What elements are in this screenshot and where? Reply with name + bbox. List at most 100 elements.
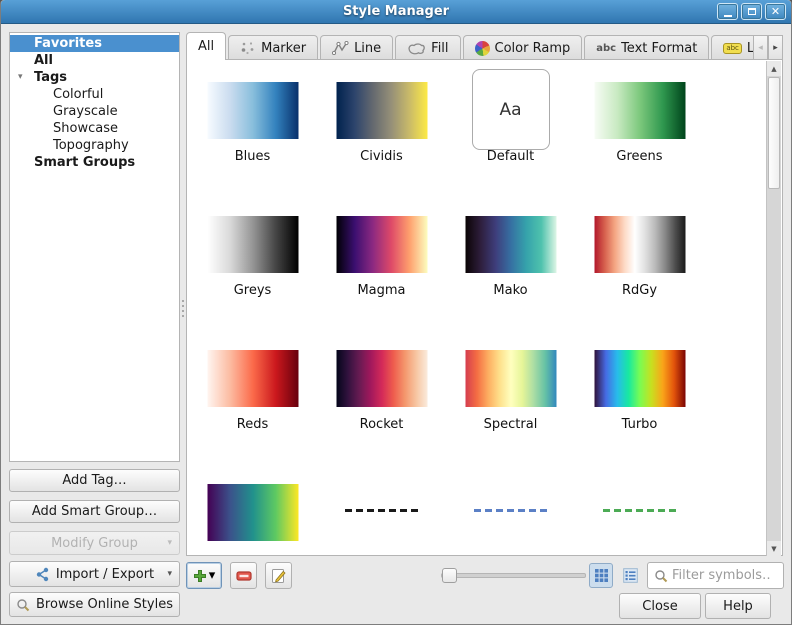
add-tag-button[interactable]: Add Tag… — [9, 469, 180, 492]
tab-scroll-left-icon[interactable]: ◂ — [753, 35, 768, 60]
symbol-item-rocket[interactable]: Rocket — [317, 350, 446, 484]
tree-item-label: Favorites — [34, 36, 102, 51]
symbol-item-magma[interactable]: Magma — [317, 216, 446, 350]
symbol-item[interactable] — [317, 484, 446, 554]
symbol-item-label: RdGy — [575, 283, 704, 298]
symbol-item-label: Cividis — [317, 149, 446, 164]
tree-item-all[interactable]: All — [10, 52, 179, 69]
grid-view-button[interactable] — [589, 563, 613, 588]
add-item-button[interactable]: ▾ — [186, 562, 222, 589]
maximize-button[interactable] — [741, 3, 762, 20]
color-ramp-swatch — [594, 82, 685, 139]
import-export-button[interactable]: Import / Export▾ — [9, 561, 180, 587]
tab-color-ramp[interactable]: Color Ramp — [463, 35, 583, 60]
add-tag-label: Add Tag… — [62, 473, 126, 488]
dashed-line-swatch — [603, 509, 677, 512]
tab-scroll-right-icon[interactable]: ▸ — [768, 35, 783, 60]
caret-down-icon: ▾ — [167, 538, 172, 548]
color-ramp-swatch — [594, 216, 685, 273]
filter-symbols-input[interactable] — [672, 568, 772, 583]
vertical-scrollbar[interactable]: ▲ ▼ — [766, 61, 781, 556]
tree-item-grayscale[interactable]: Grayscale — [10, 103, 179, 120]
color-ramp-swatch — [465, 350, 556, 407]
tree-item-label: Topography — [53, 138, 129, 153]
list-view-button[interactable] — [618, 563, 642, 588]
symbol-item-label: Mako — [446, 283, 575, 298]
color-ramp-swatch — [336, 350, 427, 407]
tab-line[interactable]: Line — [320, 35, 393, 60]
symbol-item-rdgy[interactable]: RdGy — [575, 216, 704, 350]
label-icon: abc — [723, 43, 742, 54]
import-export-label: Import / Export — [56, 567, 154, 582]
tree-item-label: Colorful — [53, 87, 103, 102]
text-format-sample: Aa — [472, 69, 550, 150]
help-button[interactable]: Help — [705, 593, 771, 619]
scroll-up-icon[interactable]: ▲ — [767, 61, 781, 76]
symbol-item-blues[interactable]: Blues — [188, 82, 317, 216]
grid-view-icon — [594, 568, 609, 583]
fill-icon — [407, 42, 426, 55]
line-icon — [332, 41, 349, 55]
add-smart-group-button[interactable]: Add Smart Group… — [9, 500, 180, 523]
symbol-item-default[interactable]: AaDefault — [446, 82, 575, 216]
symbol-item[interactable] — [575, 484, 704, 554]
tab-fill[interactable]: Fill — [395, 35, 460, 60]
symbol-item-label: Greys — [188, 283, 317, 298]
tree-item-label: All — [34, 53, 53, 68]
symbols-panel: BluesCividisAaDefaultGreensGreysMagmaMak… — [186, 59, 783, 556]
text-format-icon: abc — [596, 43, 616, 54]
filter-symbols-box — [647, 562, 784, 589]
symbol-item-label: Spectral — [446, 417, 575, 432]
symbol-item[interactable] — [188, 484, 317, 554]
tab-text-format[interactable]: abc Text Format — [584, 35, 709, 60]
symbol-item-spectral[interactable]: Spectral — [446, 350, 575, 484]
remove-item-button[interactable] — [230, 562, 257, 589]
symbol-item-label: Blues — [188, 149, 317, 164]
edit-item-button[interactable] — [265, 562, 292, 589]
tab-all[interactable]: All — [186, 32, 226, 60]
scrollbar-thumb[interactable] — [768, 77, 780, 189]
tree-item-smart-groups[interactable]: Smart Groups — [10, 154, 179, 171]
color-ramp-swatch — [594, 350, 685, 407]
symbol-item-greys[interactable]: Greys — [188, 216, 317, 350]
close-button[interactable]: Close — [619, 593, 701, 619]
search-icon — [16, 598, 30, 612]
splitter-handle[interactable] — [181, 300, 184, 318]
symbol-item-reds[interactable]: Reds — [188, 350, 317, 484]
maximize-icon — [748, 8, 756, 15]
scroll-down-icon[interactable]: ▼ — [767, 541, 781, 556]
close-window-button[interactable]: ✕ — [765, 3, 786, 20]
icon-size-slider[interactable] — [441, 562, 586, 589]
symbol-item-mako[interactable]: Mako — [446, 216, 575, 350]
minimize-button[interactable] — [717, 3, 738, 20]
color-ramp-icon — [475, 41, 490, 56]
tree-item-tags[interactable]: ▾Tags — [10, 69, 179, 86]
symbol-item-greens[interactable]: Greens — [575, 82, 704, 216]
style-manager-dialog: Style Manager ✕ FavoritesAll▾TagsColorfu… — [0, 0, 792, 625]
caret-down-icon: ▾ — [209, 568, 216, 583]
tab-label: Text Format — [621, 41, 697, 56]
titlebar[interactable]: Style Manager ✕ — [1, 0, 791, 24]
tab-scroll-arrows: ◂ ▸ — [753, 35, 783, 60]
tab-label: All — [198, 39, 214, 54]
tree-item-showcase[interactable]: Showcase — [10, 120, 179, 137]
symbol-item-label: Default — [446, 149, 575, 164]
symbol-item-turbo[interactable]: Turbo — [575, 350, 704, 484]
add-smart-group-label: Add Smart Group… — [32, 504, 157, 519]
tree-item-topography[interactable]: Topography — [10, 137, 179, 154]
symbol-item-cividis[interactable]: Cividis — [317, 82, 446, 216]
tree-item-colorful[interactable]: Colorful — [10, 86, 179, 103]
window-controls: ✕ — [717, 3, 786, 20]
symbol-item-label: Rocket — [317, 417, 446, 432]
expander-icon[interactable]: ▾ — [18, 69, 23, 86]
symbol-item[interactable] — [446, 484, 575, 554]
tab-marker[interactable]: Marker — [228, 35, 318, 60]
color-ramp-swatch — [336, 82, 427, 139]
color-ramp-swatch — [336, 216, 427, 273]
browse-online-button[interactable]: Browse Online Styles — [9, 592, 180, 617]
tree-item-favorites[interactable]: Favorites — [10, 35, 179, 52]
color-ramp-swatch — [207, 350, 298, 407]
marker-icon — [240, 41, 256, 55]
plus-icon — [193, 569, 207, 583]
slider-handle[interactable] — [442, 568, 457, 583]
